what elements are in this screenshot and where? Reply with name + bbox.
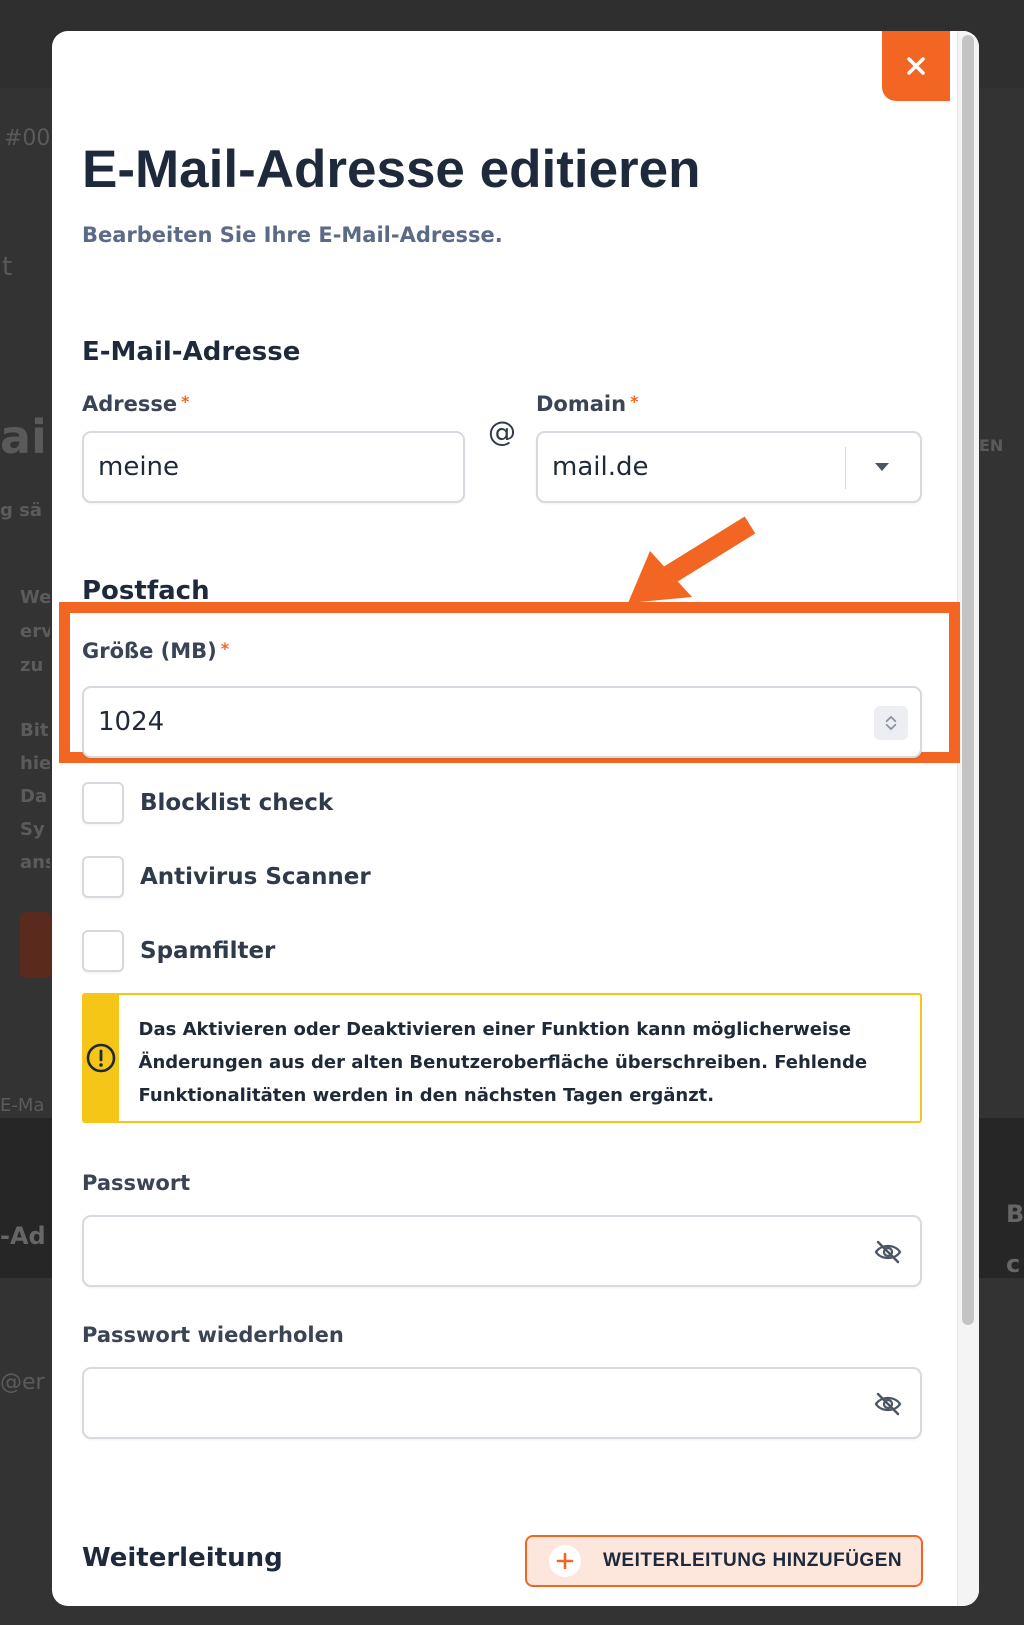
warning-text: Das Aktivieren oder Deaktivieren einer F…: [138, 1019, 868, 1106]
antivirus-checkbox[interactable]: [82, 856, 124, 898]
arrow-annotation-icon: [628, 516, 756, 603]
at-sign: @: [488, 415, 516, 448]
blocklist-checkbox[interactable]: [82, 782, 124, 824]
warning-icon-box: [84, 995, 119, 1121]
password-input[interactable]: [82, 1215, 922, 1287]
domain-select-value: mail.de: [552, 452, 649, 482]
select-divider: [845, 447, 846, 489]
stepper-arrows-icon: [885, 715, 897, 731]
bg-red-button: [20, 912, 52, 978]
forwarding-section-heading: Weiterleitung: [82, 1543, 283, 1573]
required-mark: *: [220, 639, 230, 658]
bg-right-fragment-2: B: [1006, 1200, 1024, 1228]
checkbox-label: Spamfilter: [140, 938, 276, 964]
modal-content: E-Mail-Adresse editieren Bearbeiten Sie …: [52, 31, 979, 1606]
bg-line: erv: [20, 621, 50, 642]
bg-right-fragment-3: c: [1006, 1250, 1021, 1278]
close-icon: [907, 57, 925, 75]
email-section-heading: E-Mail-Adresse: [82, 337, 301, 367]
required-mark: *: [181, 392, 190, 411]
domain-label-text: Domain: [536, 392, 627, 416]
bg-line: ans: [20, 852, 50, 873]
bg-hash-text: #00: [4, 126, 50, 151]
spamfilter-checkbox[interactable]: [82, 930, 124, 972]
checkbox-row-blocklist[interactable]: Blocklist check: [82, 781, 333, 825]
bg-at-fragment: @er: [0, 1370, 45, 1395]
alert-circle-icon: [86, 1043, 116, 1073]
scrollbar-thumb[interactable]: [962, 35, 974, 1325]
checkbox-row-antivirus[interactable]: Antivirus Scanner: [82, 855, 371, 899]
bg-title-fragment: ai: [0, 410, 47, 464]
number-stepper[interactable]: [874, 706, 908, 740]
bg-line: hie: [20, 753, 50, 774]
close-button[interactable]: [882, 31, 950, 101]
modal-scrollbar[interactable]: [957, 31, 979, 1606]
eye-off-icon[interactable]: [874, 1391, 902, 1417]
bg-line: Da: [20, 786, 48, 807]
add-forwarding-button[interactable]: WEITERLEITUNG HINZUFÜGEN: [525, 1535, 923, 1587]
domain-label: Domain *: [536, 392, 638, 416]
size-input-value: 1024: [98, 707, 165, 737]
size-label: Größe (MB) *: [82, 639, 229, 663]
bg-t-text: t: [2, 252, 13, 282]
address-label-text: Adresse: [82, 392, 178, 416]
size-input[interactable]: 1024: [82, 686, 922, 758]
bg-text-fragment: g sä: [0, 500, 43, 521]
plus-glyph: [556, 1552, 574, 1570]
size-label-text: Größe (MB): [82, 639, 217, 663]
chevron-down-icon[interactable]: [874, 461, 890, 473]
required-mark: *: [630, 392, 639, 411]
address-input-value: meine: [98, 452, 180, 482]
password-repeat-input[interactable]: [82, 1367, 922, 1439]
bg-line: zu: [20, 655, 44, 676]
add-forwarding-label: WEITERLEITUNG HINZUFÜGEN: [603, 1550, 903, 1571]
modal-subtitle: Bearbeiten Sie Ihre E-Mail-Adresse.: [82, 223, 503, 247]
bg-line: Sy: [20, 819, 45, 840]
password-label: Passwort: [82, 1171, 191, 1195]
bg-dark-fragment: -Ad: [0, 1222, 46, 1250]
checkbox-label: Antivirus Scanner: [140, 864, 371, 890]
warning-alert: Das Aktivieren oder Deaktivieren einer F…: [82, 993, 922, 1123]
bg-right-fragment: EN: [979, 436, 1004, 455]
bg-line: We: [20, 587, 50, 608]
checkbox-label: Blocklist check: [140, 790, 334, 816]
edit-email-modal: E-Mail-Adresse editieren Bearbeiten Sie …: [52, 31, 979, 1606]
address-input[interactable]: meine: [82, 431, 465, 503]
domain-select[interactable]: mail.de: [536, 431, 922, 503]
bg-email-fragment: E-Ma: [0, 1095, 45, 1116]
checkbox-row-spamfilter[interactable]: Spamfilter: [82, 929, 275, 973]
bg-line: Bit: [20, 720, 49, 741]
address-label: Adresse *: [82, 392, 190, 416]
password-repeat-label: Passwort wiederholen: [82, 1323, 344, 1347]
modal-title: E-Mail-Adresse editieren: [82, 140, 701, 199]
plus-icon: [549, 1545, 581, 1577]
eye-off-icon[interactable]: [874, 1239, 902, 1265]
